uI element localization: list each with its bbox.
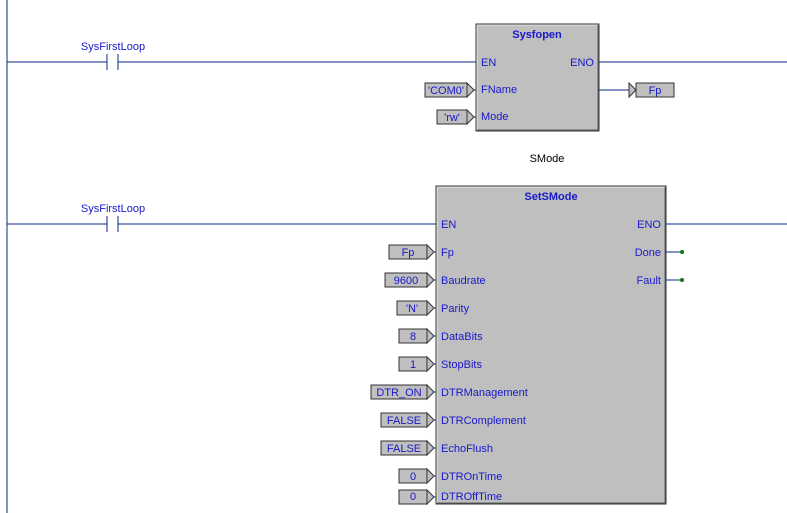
svg-text:EchoFlush: EchoFlush xyxy=(441,443,493,455)
svg-text:DTR_ON: DTR_ON xyxy=(376,387,421,399)
pin-eno: ENO xyxy=(570,57,594,69)
fb-title-2: SetSMode xyxy=(524,191,577,203)
fb-sysfopen: Sysfopen EN FName Mode ENO xyxy=(476,24,599,131)
rung-2: SMode SysFirstLoop SetSMode EN Fp Baudra… xyxy=(7,153,787,504)
svg-text:0: 0 xyxy=(410,471,416,483)
svg-text:EN: EN xyxy=(441,219,456,231)
svg-text:'N': 'N' xyxy=(406,303,418,315)
pin-mode: Mode xyxy=(481,111,509,123)
svg-text:FALSE: FALSE xyxy=(387,443,421,455)
svg-text:Parity: Parity xyxy=(441,303,470,315)
fb-title: Sysfopen xyxy=(512,29,562,41)
svg-text:DTROnTime: DTROnTime xyxy=(441,471,502,483)
literal-rw: 'rw' xyxy=(437,110,476,124)
ladder-diagram: SysFirstLoop Sysfopen EN FName Mode ENO … xyxy=(0,0,787,513)
svg-text:DTRComplement: DTRComplement xyxy=(441,415,526,427)
contact-label-2: SysFirstLoop xyxy=(81,203,145,215)
literal-dtron-time: 0 xyxy=(399,469,436,483)
literal-parity: 'N' xyxy=(397,301,436,315)
literal-stopbits: 1 xyxy=(399,357,436,371)
svg-text:DataBits: DataBits xyxy=(441,331,483,343)
svg-text:Fp: Fp xyxy=(402,247,415,259)
literal-dtroff-time: 0 xyxy=(399,490,436,504)
contact-label: SysFirstLoop xyxy=(81,41,145,53)
svg-text:'COM0': 'COM0' xyxy=(428,85,464,97)
svg-text:0: 0 xyxy=(410,491,416,503)
svg-text:Done: Done xyxy=(635,247,661,259)
svg-text:ENO: ENO xyxy=(637,219,661,231)
var-fp-in: Fp xyxy=(389,245,436,259)
fault-stub xyxy=(680,278,684,282)
svg-text:Fp: Fp xyxy=(649,85,662,97)
var-dtron: DTR_ON xyxy=(371,385,436,399)
fb-setsmode: SetSMode EN Fp Baudrate Parity DataBits … xyxy=(436,186,666,504)
pin-en: EN xyxy=(481,57,496,69)
rung-1: SysFirstLoop Sysfopen EN FName Mode ENO … xyxy=(7,24,787,131)
literal-dtrcomp: FALSE xyxy=(381,413,436,427)
svg-text:FALSE: FALSE xyxy=(387,415,421,427)
pin-fname: FName xyxy=(481,84,517,96)
literal-com0: 'COM0' xyxy=(425,83,476,97)
svg-text:StopBits: StopBits xyxy=(441,359,482,371)
svg-text:DTROffTime: DTROffTime xyxy=(441,491,502,503)
svg-text:Fault: Fault xyxy=(637,275,661,287)
svg-text:Baudrate: Baudrate xyxy=(441,275,486,287)
svg-text:DTRManagement: DTRManagement xyxy=(441,387,528,399)
svg-text:Fp: Fp xyxy=(441,247,454,259)
rung-comment: SMode xyxy=(530,153,565,165)
literal-echo: FALSE xyxy=(381,441,436,455)
svg-text:9600: 9600 xyxy=(394,275,418,287)
done-stub xyxy=(680,250,684,254)
literal-baud: 9600 xyxy=(385,273,436,287)
svg-text:'rw': 'rw' xyxy=(444,112,460,124)
literal-databits: 8 xyxy=(399,329,436,343)
svg-text:1: 1 xyxy=(410,359,416,371)
svg-text:8: 8 xyxy=(410,331,416,343)
var-fp-out: Fp xyxy=(599,83,674,97)
